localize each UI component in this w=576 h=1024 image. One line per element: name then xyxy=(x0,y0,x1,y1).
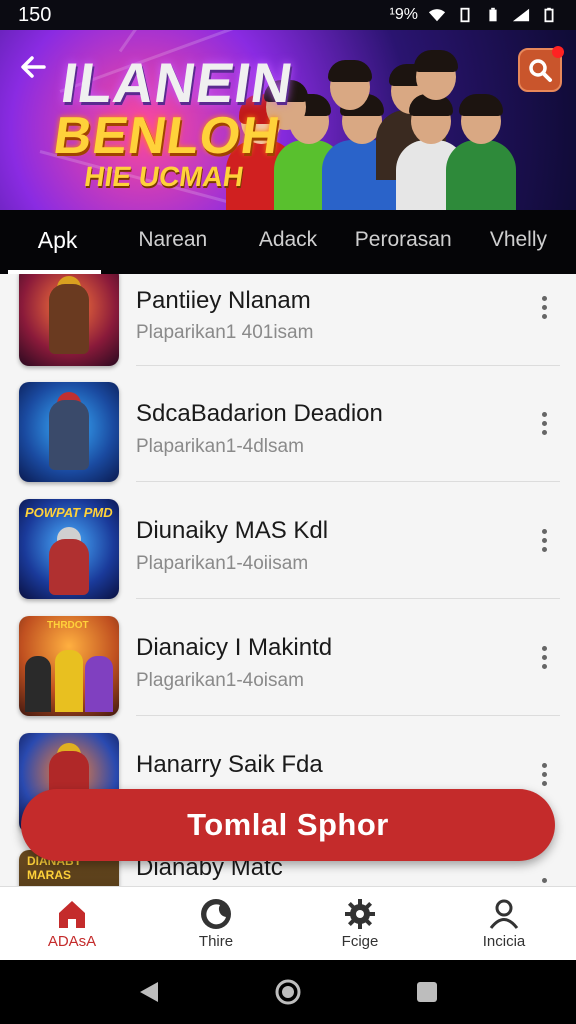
wifi-icon xyxy=(428,9,446,22)
tab-vhelly[interactable]: Vhelly xyxy=(461,210,576,274)
banner-title: ILANEIN BENLOH HIE UCMAH xyxy=(46,51,298,192)
banner-title-line3: HIE UCMAH xyxy=(82,161,246,192)
app-thumbnail: POWPAT PMD xyxy=(19,499,119,599)
signal-icon xyxy=(512,8,530,22)
list-item[interactable]: SdcaBadarion Deadion Plaparikan1-4dlsam xyxy=(0,366,576,482)
home-icon xyxy=(59,901,85,928)
item-title: Diunaiky MAS Kdl xyxy=(136,517,329,544)
nav-item-incicia[interactable]: Incicia xyxy=(432,887,576,960)
divider xyxy=(136,481,560,482)
item-subtitle: Plagarikan1-4oisam xyxy=(136,670,304,691)
thumbnail-figure xyxy=(49,400,89,470)
nav-label: Thire xyxy=(198,933,234,950)
more-options-icon[interactable] xyxy=(534,408,554,448)
battery-icon xyxy=(489,7,497,22)
more-options-icon[interactable] xyxy=(534,292,554,332)
system-back-button[interactable] xyxy=(131,974,167,1010)
search-icon xyxy=(529,59,552,82)
status-time: 150 xyxy=(18,3,52,26)
system-navigation-bar xyxy=(0,960,576,1024)
bottom-navigation: ADAsA Thire Fcige Incicia xyxy=(0,886,576,960)
battery-full-icon xyxy=(544,7,554,23)
status-icons: ¹9% xyxy=(390,6,558,24)
gear-icon xyxy=(345,899,375,929)
tab-adack[interactable]: Adack xyxy=(230,210,345,274)
banner-title-line2: BENLOH xyxy=(50,107,284,165)
status-indicator: ¹9% xyxy=(389,6,418,23)
nav-label: Incicia xyxy=(482,933,526,950)
tab-narean[interactable]: Narean xyxy=(115,210,230,274)
list-item[interactable]: Pantiiey Nlanam Plaparikan1 401isam xyxy=(0,274,576,366)
header-banner: ILANEIN BENLOH HIE UCMAH xyxy=(0,30,576,210)
divider xyxy=(136,598,560,599)
system-home-button[interactable] xyxy=(270,974,306,1010)
tab-perorasan[interactable]: Perorasan xyxy=(346,210,461,274)
list-item[interactable]: THRDOT Dianaicy I Makintd Plagarikan1-4o… xyxy=(0,600,576,716)
thumbnail-figure xyxy=(49,284,89,354)
tab-bar: Apk Narean Adack Perorasan Vhelly xyxy=(0,210,576,274)
thumbnail-figure xyxy=(55,650,83,712)
item-title: SdcaBadarion Deadion xyxy=(136,400,383,427)
nav-label: ADAsA xyxy=(47,933,97,950)
app-thumbnail xyxy=(19,274,119,366)
item-title: Dianaicy I Makintd xyxy=(136,634,333,661)
thumbnail-label: POWPAT PMD xyxy=(25,505,113,520)
status-bar: 150 ¹9% xyxy=(0,0,576,30)
system-recents-button[interactable] xyxy=(409,974,445,1010)
divider xyxy=(136,715,560,716)
back-arrow-icon[interactable] xyxy=(18,52,54,88)
notification-dot xyxy=(552,46,564,58)
banner-person xyxy=(446,94,516,210)
person-icon xyxy=(489,899,519,929)
vibrate-icon xyxy=(460,7,470,23)
banner-person xyxy=(414,50,458,100)
item-subtitle: Plaparikan1 401isam xyxy=(136,322,314,343)
primary-action-button[interactable]: Tomlal Sphor xyxy=(21,789,555,861)
moon-icon xyxy=(201,899,231,929)
more-options-icon[interactable] xyxy=(534,874,554,886)
app-thumbnail: THRDOT xyxy=(19,616,119,716)
nav-item-thire[interactable]: Thire xyxy=(144,887,288,960)
tab-apk[interactable]: Apk xyxy=(0,210,115,274)
item-subtitle: Plaparikan1-4dlsam xyxy=(136,436,304,457)
banner-person xyxy=(328,60,372,110)
banner-title-line1: ILANEIN xyxy=(57,51,298,114)
thumbnail-figure xyxy=(25,656,51,712)
nav-item-fcige[interactable]: Fcige xyxy=(288,887,432,960)
list-item[interactable]: POWPAT PMD Diunaiky MAS Kdl Plaparikan1-… xyxy=(0,483,576,599)
thumbnail-figure xyxy=(49,539,89,595)
thumbnail-label: THRDOT xyxy=(47,620,89,631)
item-subtitle: Plaparikan1-4oiisam xyxy=(136,553,309,574)
more-options-icon[interactable] xyxy=(534,642,554,682)
search-button[interactable] xyxy=(518,46,564,92)
nav-item-home[interactable]: ADAsA xyxy=(0,887,144,960)
triangle-back-icon xyxy=(140,982,159,1002)
app-thumbnail xyxy=(19,382,119,482)
nav-label: Fcige xyxy=(341,933,379,950)
more-options-icon[interactable] xyxy=(534,525,554,565)
item-title: Hanarry Saik Fda xyxy=(136,751,323,778)
thumbnail-figure xyxy=(85,656,113,712)
item-title: Pantiiey Nlanam xyxy=(136,287,311,314)
square-recents-icon xyxy=(416,982,437,1002)
circle-home-icon xyxy=(275,979,301,1005)
